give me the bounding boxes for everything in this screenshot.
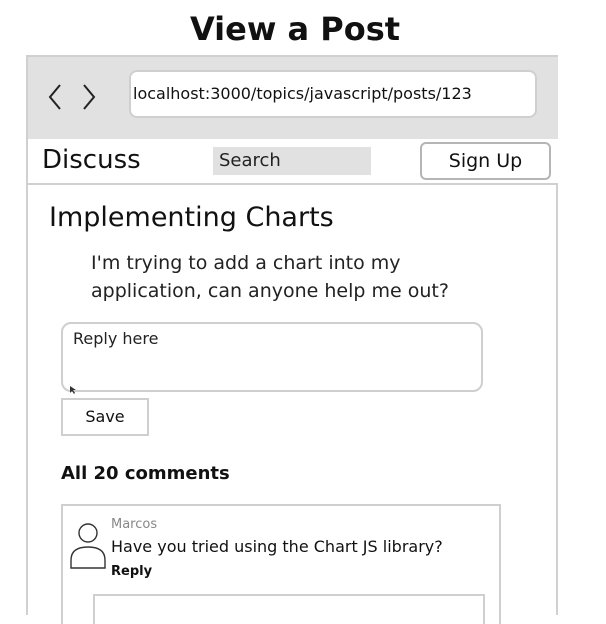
app-header: Discuss Search Sign Up xyxy=(28,139,558,185)
comment-reply-link[interactable]: Reply xyxy=(111,564,152,579)
comment-item: Marcos Have you tried using the Chart JS… xyxy=(61,504,501,624)
nested-reply-box xyxy=(93,594,485,624)
brand-logo[interactable]: Discuss xyxy=(42,145,141,175)
post-body: I'm trying to add a chart into my applic… xyxy=(91,252,449,302)
save-button[interactable]: Save xyxy=(61,398,149,436)
reply-input[interactable]: Reply here xyxy=(61,322,483,392)
search-input[interactable]: Search xyxy=(213,147,371,175)
comments-heading: All 20 comments xyxy=(61,463,230,484)
back-button[interactable] xyxy=(44,81,66,113)
page-title: View a Post xyxy=(189,10,401,48)
post-title: Implementing Charts xyxy=(49,202,334,233)
comment-author: Marcos xyxy=(111,517,158,532)
address-bar[interactable]: localhost:3000/topics/javascript/posts/1… xyxy=(129,70,537,118)
chevron-right-icon xyxy=(83,84,96,110)
mouse-pointer-icon xyxy=(70,386,76,394)
browser-toolbar: localhost:3000/topics/javascript/posts/1… xyxy=(28,57,558,139)
forward-button[interactable] xyxy=(78,81,100,113)
user-icon xyxy=(70,523,106,569)
browser-window: localhost:3000/topics/javascript/posts/1… xyxy=(26,55,558,624)
comment-text: Have you tried using the Chart JS librar… xyxy=(111,537,443,556)
sign-up-button[interactable]: Sign Up xyxy=(420,142,551,180)
chevron-left-icon xyxy=(48,84,61,110)
